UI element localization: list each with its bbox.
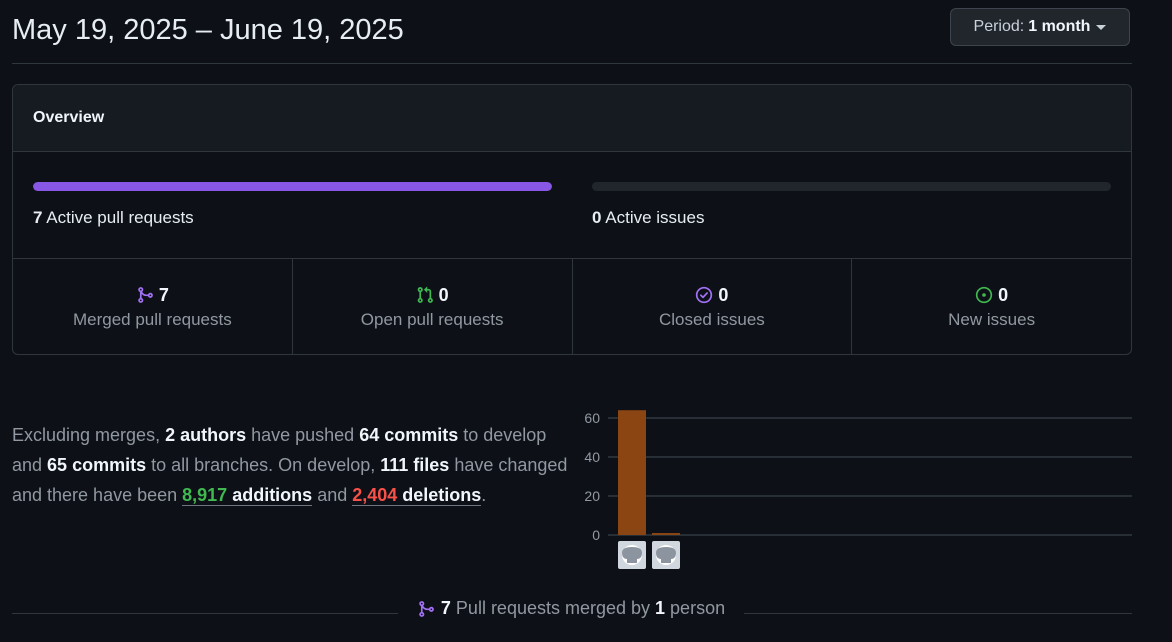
active-issues-count: 0 bbox=[592, 208, 602, 227]
merged-prs-summary[interactable]: 7 Pull requests merged by 1 person bbox=[398, 598, 744, 619]
commit-summary: Excluding merges, 2 authors have pushed … bbox=[12, 420, 572, 510]
stat-closed-count: 0 bbox=[718, 284, 729, 305]
header-divider bbox=[12, 63, 1132, 64]
stat-merged-prs[interactable]: 7 Merged pull requests bbox=[13, 259, 293, 354]
footer-text: person bbox=[665, 598, 726, 618]
active-prs-count: 7 bbox=[33, 208, 43, 227]
stat-new-count: 0 bbox=[998, 284, 1009, 305]
y-tick-label: 60 bbox=[584, 410, 600, 426]
footer-text: Pull requests merged by bbox=[450, 598, 656, 618]
active-prs-bar bbox=[33, 182, 552, 191]
commits-develop-count: 64 commits bbox=[359, 425, 459, 445]
git-merge-icon bbox=[138, 287, 153, 303]
summary-text: have pushed bbox=[246, 425, 360, 445]
active-issues-bar bbox=[592, 182, 1111, 191]
active-prs-text: Active pull requests bbox=[46, 208, 194, 227]
deletions-count: 2,404 bbox=[352, 485, 398, 505]
period-value: 1 month bbox=[1028, 18, 1091, 35]
y-tick-label: 40 bbox=[584, 449, 600, 465]
active-issues-label[interactable]: 0 Active issues bbox=[592, 208, 704, 228]
summary-text: . bbox=[481, 485, 487, 505]
stat-merged-count: 7 bbox=[158, 284, 169, 305]
issue-opened-icon bbox=[975, 286, 993, 304]
active-issues-text: Active issues bbox=[605, 208, 705, 227]
stat-open-count: 0 bbox=[438, 284, 449, 305]
summary-text: to all branches. On develop, bbox=[146, 455, 381, 475]
github-icon[interactable] bbox=[618, 541, 646, 569]
footer-divider-right bbox=[744, 613, 1132, 614]
stat-closed-issues[interactable]: 0 Closed issues bbox=[573, 259, 853, 354]
issue-closed-icon bbox=[696, 286, 713, 304]
activity-bars: 7 Active pull requests 0 Active issues bbox=[13, 152, 1131, 259]
overview-panel: Overview 7 Active pull requests 0 Active… bbox=[12, 84, 1132, 355]
deletions-link[interactable]: 2,404 deletions bbox=[352, 485, 482, 506]
git-pull-request-icon bbox=[417, 286, 433, 303]
additions-word: additions bbox=[227, 485, 313, 505]
stat-merged-label: Merged pull requests bbox=[72, 309, 232, 329]
authors-count: 2 authors bbox=[165, 425, 247, 445]
summary-text: and bbox=[312, 485, 353, 505]
caret-down-icon bbox=[1096, 24, 1107, 30]
files-changed-count: 111 files bbox=[380, 455, 450, 475]
date-range-title: May 19, 2025 – June 19, 2025 bbox=[12, 14, 404, 46]
period-prefix: Period: bbox=[973, 18, 1025, 35]
chart-bar[interactable] bbox=[652, 533, 680, 535]
stat-open-prs[interactable]: 0 Open pull requests bbox=[293, 259, 573, 354]
overview-title: Overview bbox=[13, 85, 1131, 152]
commits-by-author-chart: 0 20 40 60 bbox=[584, 410, 1132, 569]
active-prs-label[interactable]: 7 Active pull requests bbox=[33, 208, 194, 228]
deletions-word: deletions bbox=[397, 485, 482, 505]
stat-new-issues[interactable]: 0 New issues bbox=[852, 259, 1131, 354]
stat-closed-label: Closed issues bbox=[658, 309, 765, 329]
stat-open-label: Open pull requests bbox=[360, 309, 504, 329]
footer-merged-count: 7 bbox=[440, 598, 451, 618]
y-tick-label: 0 bbox=[592, 527, 600, 543]
footer-divider-left bbox=[12, 613, 398, 614]
footer-people-count: 1 bbox=[655, 598, 666, 618]
stats-row: 7 Merged pull requests 0 Open pull reque… bbox=[13, 259, 1131, 354]
additions-count: 8,917 bbox=[182, 485, 228, 505]
github-icon[interactable] bbox=[652, 541, 680, 569]
y-tick-label: 20 bbox=[584, 488, 600, 504]
git-merge-icon bbox=[419, 600, 434, 617]
additions-link[interactable]: 8,917 additions bbox=[182, 485, 313, 506]
commits-all-count: 65 commits bbox=[47, 455, 147, 475]
active-prs-bar-fill bbox=[33, 182, 552, 191]
period-dropdown-button[interactable]: Period: 1 month bbox=[950, 8, 1130, 46]
stat-new-label: New issues bbox=[948, 309, 1036, 329]
chart-bar[interactable] bbox=[618, 410, 646, 535]
summary-text: Excluding merges, bbox=[12, 425, 166, 445]
